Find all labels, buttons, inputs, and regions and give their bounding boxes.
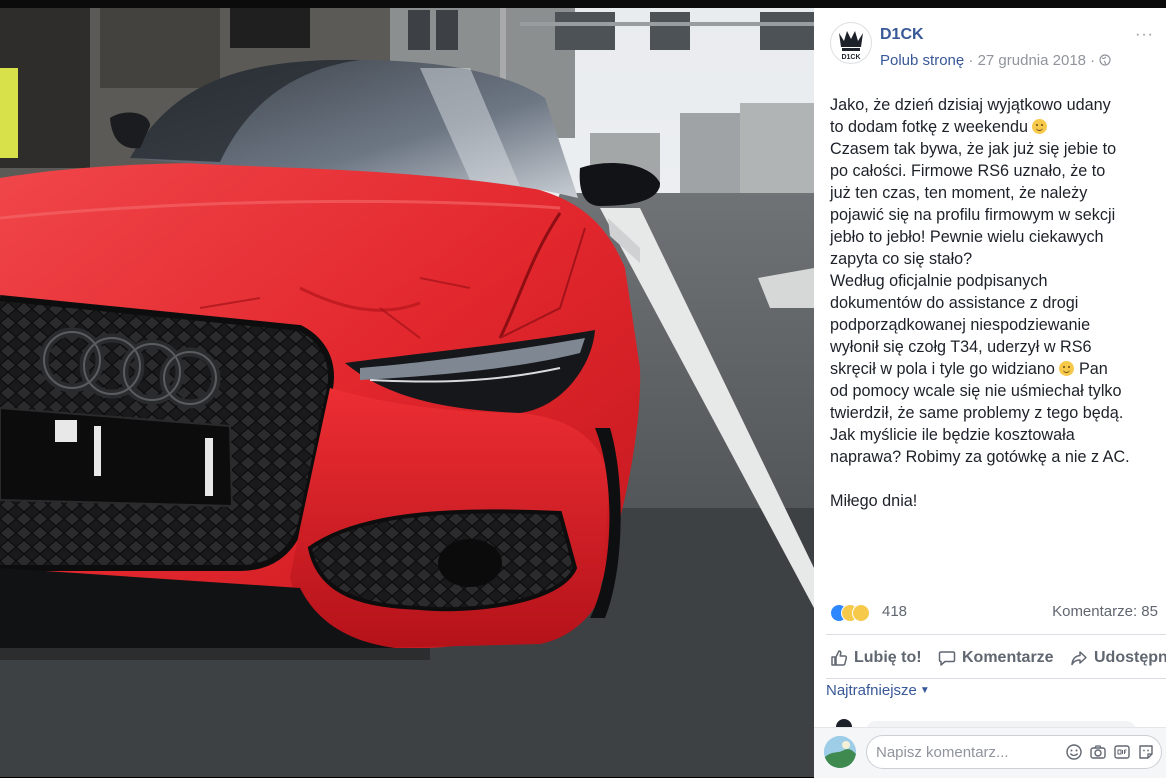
meta-separator-2: ·: [1086, 52, 1100, 69]
page-avatar[interactable]: D1CK: [830, 22, 872, 64]
comment-input-box: [866, 735, 1162, 769]
post-line-text: to dodam fotkę z weekendu: [830, 118, 1028, 136]
globe-icon: [1099, 54, 1111, 66]
commenter-avatar[interactable]: [836, 719, 852, 727]
share-button-label: Udostępnij: [1094, 649, 1166, 666]
meta-separator: ·: [964, 52, 978, 69]
post-line-text: Pan: [1078, 360, 1108, 378]
reaction-count[interactable]: 418: [882, 603, 907, 620]
share-button[interactable]: Udostępnij: [1070, 638, 1166, 678]
emoji-icon[interactable]: [1065, 743, 1083, 761]
page-name-link[interactable]: D1CK: [880, 26, 924, 44]
camera-icon[interactable]: [1089, 743, 1107, 761]
share-arrow-icon: [1071, 651, 1087, 666]
crown-logo-icon: D1CK: [839, 31, 863, 61]
post-line: Miłego dnia!: [830, 492, 918, 510]
comment-composer: [814, 727, 1166, 778]
post-line: od pomocy wcale się nie uśmiechał tylko: [830, 382, 1122, 400]
post-line: po całości. Firmowe RS6 uznało, że to: [830, 162, 1106, 180]
caret-down-icon: ▼: [919, 685, 930, 696]
comment-preview: [814, 713, 1166, 727]
post-line: to dodam fotkę z weekendu: [830, 116, 1160, 138]
comment-input[interactable]: [867, 736, 1066, 768]
logo-text: D1CK: [841, 54, 860, 61]
comment-button[interactable]: Komentarze: [938, 638, 1054, 678]
sticker-icon[interactable]: [1137, 743, 1155, 761]
sort-label: Najtrafniejsze: [826, 682, 917, 699]
like-button[interactable]: Lubię to!: [830, 638, 922, 678]
post-line: podporządkowanej niespodziewanie: [830, 316, 1091, 334]
post-line: Jak myślicie ile będzie kosztowała: [830, 426, 1075, 444]
haha-reaction-icon: [852, 604, 870, 622]
user-avatar[interactable]: [824, 736, 856, 768]
post-date-link[interactable]: 27 grudnia 2018: [978, 52, 1086, 69]
like-button-label: Lubię to!: [854, 649, 922, 666]
post-photo[interactable]: [0, 8, 814, 777]
top-bar: [0, 0, 1166, 8]
post-options-button[interactable]: ···: [1135, 26, 1154, 44]
comment-sort-dropdown[interactable]: Najtrafniejsze ▼: [826, 682, 930, 699]
post-line: naprawa? Robimy za gotówkę a nie z AC.: [830, 448, 1130, 466]
composer-icons: [1065, 743, 1155, 763]
reactions-bar: 418 Komentarze: 85: [830, 602, 1158, 624]
post-line: twierdził, że same problemy z tego będą.: [830, 404, 1124, 422]
grin-emoji-icon: [1059, 361, 1075, 376]
comment-button-label: Komentarze: [962, 649, 1054, 666]
comment-count-link[interactable]: Komentarze: 85: [1052, 603, 1158, 620]
post-line: wyłonił się czołg T34, uderzył w RS6: [830, 338, 1092, 356]
post-panel: D1CK D1CK Polub stronę · 27 grudnia 2018…: [814, 8, 1166, 778]
divider: [826, 634, 1166, 635]
comment-bubble-icon: [938, 651, 956, 666]
like-page-link[interactable]: Polub stronę: [880, 52, 964, 69]
car-photo-illustration: [0, 8, 814, 777]
user-photo-icon: [824, 736, 856, 768]
action-bar: Lubię to! Komentarze Udostępnij: [814, 638, 1166, 678]
post-line: Jako, że dzień dzisiaj wyjątkowo udany: [830, 96, 1111, 114]
gif-icon[interactable]: [1113, 743, 1131, 761]
thumbs-up-icon: [831, 650, 848, 666]
post-line: Według oficjalnie podpisanych: [830, 272, 1048, 290]
post-meta: Polub stronę · 27 grudnia 2018 ·: [880, 52, 1111, 69]
post-line: dokumentów do assistance z drogi: [830, 294, 1079, 312]
reaction-icons[interactable]: [830, 604, 878, 622]
post-line: Czasem tak bywa, że jak już się jebie to: [830, 140, 1117, 158]
smiley-emoji-icon: [1032, 119, 1048, 134]
post-line: jebło to jebło! Pewnie wielu ciekawych: [830, 228, 1104, 246]
post-line: zapyta co się stało?: [830, 250, 973, 268]
post-line: skręcił w pola i tyle go widziano Pan: [830, 358, 1160, 380]
post-line-text: skręcił w pola i tyle go widziano: [830, 360, 1055, 378]
post-line: już ten czas, ten moment, że należy: [830, 184, 1088, 202]
post-text: Jako, że dzień dzisiaj wyjątkowo udany t…: [830, 94, 1160, 512]
divider: [826, 678, 1166, 679]
post-line: pojawić się na profilu firmowym w sekcji: [830, 206, 1116, 224]
